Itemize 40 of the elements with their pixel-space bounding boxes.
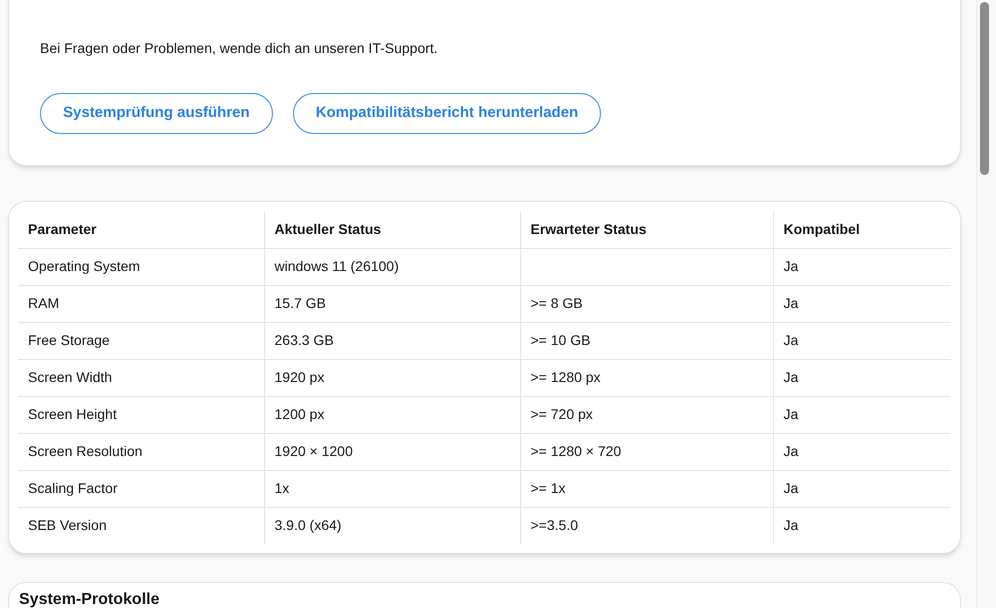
table-cell: Screen Width [28,369,112,385]
table-cell: >= 8 GB [530,295,583,311]
table-cell: Operating System [28,258,140,274]
table-cell: 263.3 GB [274,332,334,348]
table-cell: Ja [784,258,798,274]
table-cell: Screen Height [28,406,117,422]
table-cell: Ja [784,443,798,459]
table-cell: >= 10 GB [530,332,590,348]
table-cell: >= 1x [530,480,566,496]
scrollbar-thumb[interactable] [980,2,989,175]
help-text: Bei Fragen oder Problemen, wende dich an unseren IT-Support. [40,39,439,58]
table-cell: Ja [784,480,798,496]
table-cell: 15.7 GB [274,295,326,311]
column-header: Aktueller Status [264,211,520,248]
table-cell: Scaling Factor [28,480,118,496]
table-cell: >=3.5.0 [530,517,578,534]
table-cell: RAM [28,295,60,311]
table-cell: Ja [784,332,798,348]
table-cell: Screen Resolution [28,443,142,459]
table-cell: Ja [784,406,798,422]
table-cell: Ja [784,517,798,534]
column-header: Parameter [18,211,264,248]
table-cell: 1200 px [274,406,324,422]
section-title: System-Protokolle [19,590,160,608]
table-cell: 1x [274,480,290,496]
column-header: Erwarteter Status [520,211,773,248]
table-cell: >= 1280 × 720 [530,443,622,459]
table-cell: 3.9.0 (x64) [274,517,342,534]
table-cell: windows 11 (26100) [274,258,399,274]
column-header: Kompatibel [773,211,951,248]
table-cell: Free Storage [28,332,110,348]
action-button[interactable]: Systemprüfung ausführen [40,93,273,134]
table-cell: >= 720 px [530,406,593,422]
action-button[interactable]: Kompatibilitätsbericht herunterladen [292,93,602,134]
table-cell: Ja [784,369,798,385]
table-cell: >= 1280 px [530,369,601,385]
table-cell: 1920 × 1200 [274,443,353,459]
table-cell: Ja [784,295,798,311]
table-cell: 1920 px [274,369,324,385]
table-cell: SEB Version [28,517,107,534]
